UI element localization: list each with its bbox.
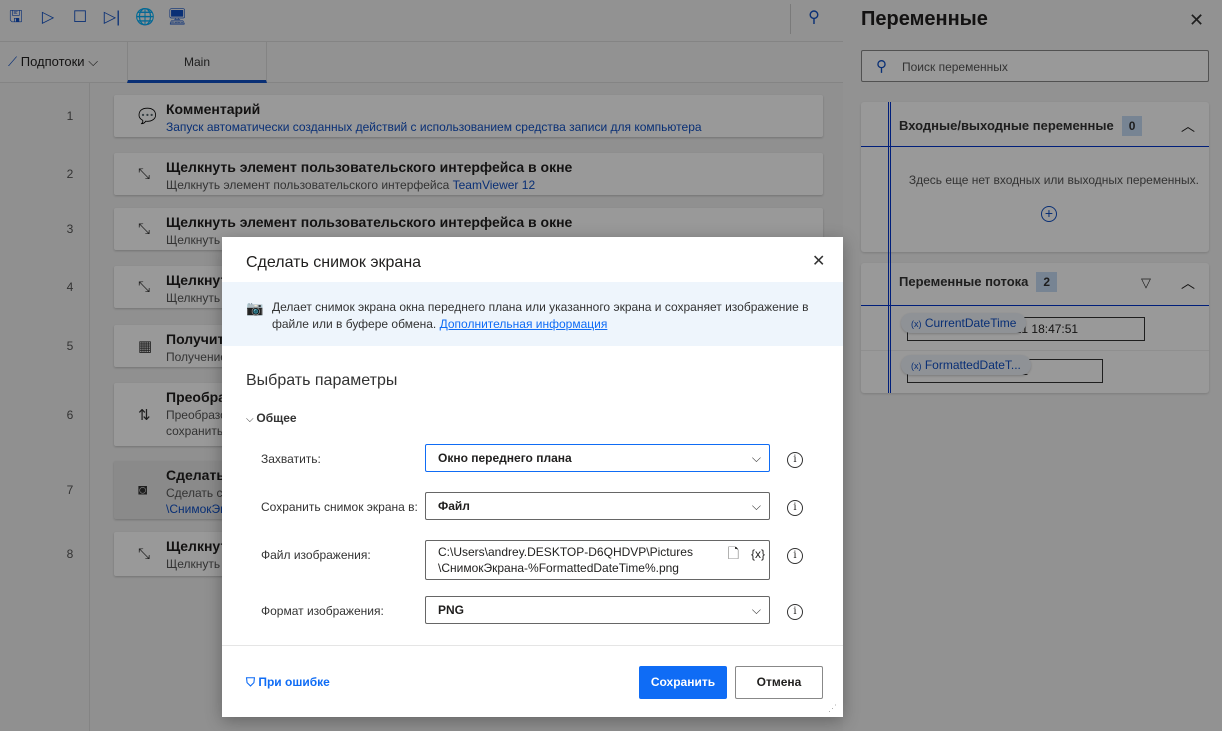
info-icon[interactable]: i xyxy=(787,548,803,564)
image-format-dropdown[interactable]: PNG ⌵ xyxy=(425,596,770,624)
insert-variable-button[interactable]: {x} xyxy=(751,546,765,562)
save-button[interactable]: Сохранить xyxy=(639,666,727,699)
image-format-label: Формат изображения: xyxy=(261,604,384,618)
params-heading: Выбрать параметры xyxy=(246,372,398,389)
capture-label: Захватить: xyxy=(261,452,321,466)
chevron-down-icon: ⌵ xyxy=(751,451,761,465)
cancel-button[interactable]: Отмена xyxy=(735,666,823,699)
chevron-down-icon: ⌵ xyxy=(246,414,257,425)
camera-icon: 📷 xyxy=(246,300,264,316)
screenshot-dialog: Сделать снимок экрана ✕ 📷 Делает снимок … xyxy=(222,237,843,717)
chevron-down-icon: ⌵ xyxy=(751,603,761,617)
close-icon[interactable]: ✕ xyxy=(812,251,825,271)
image-file-input[interactable]: C:\Users\andrey.DESKTOP-D6QHDVP\Pictures… xyxy=(425,540,770,580)
capture-dropdown[interactable]: Окно переднего плана ⌵ xyxy=(425,444,770,472)
info-icon[interactable]: i xyxy=(787,452,803,468)
info-icon[interactable]: i xyxy=(787,500,803,516)
general-group-toggle[interactable]: ⌵ Общее xyxy=(246,411,297,425)
more-info-link[interactable]: Дополнительная информация xyxy=(440,317,608,331)
dialog-title: Сделать снимок экрана xyxy=(246,254,422,271)
save-to-dropdown[interactable]: Файл ⌵ xyxy=(425,492,770,520)
shield-icon: ⛉ xyxy=(246,675,259,689)
resize-grip-icon[interactable]: ⋰ xyxy=(828,703,837,714)
description-banner: 📷 Делает снимок экрана окна переднего пл… xyxy=(222,282,843,346)
on-error-link[interactable]: ⛉ При ошибке xyxy=(246,675,330,690)
file-picker-icon[interactable]: 🗋 xyxy=(728,545,739,561)
chevron-down-icon: ⌵ xyxy=(751,499,761,513)
image-file-label: Файл изображения: xyxy=(261,548,371,562)
save-to-label: Сохранить снимок экрана в: xyxy=(261,500,418,514)
info-icon[interactable]: i xyxy=(787,604,803,620)
